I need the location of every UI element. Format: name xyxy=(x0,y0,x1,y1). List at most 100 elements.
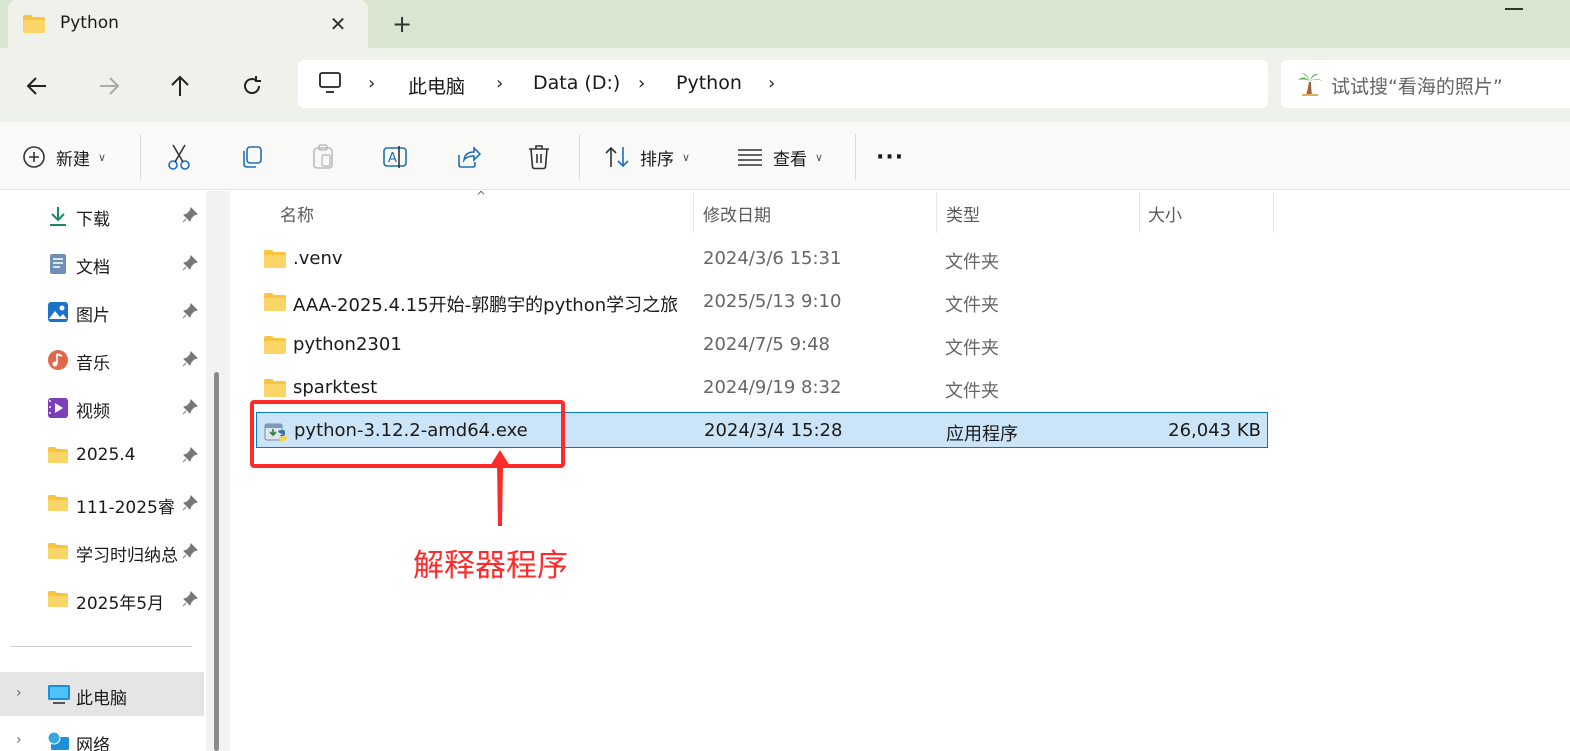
file-type: 应用程序 xyxy=(946,424,1018,445)
file-modified: 2024/3/4 15:28 xyxy=(704,420,843,441)
breadcrumb-this-pc[interactable]: 此电脑 xyxy=(408,72,465,99)
column-header-type[interactable]: 类型 xyxy=(946,201,980,226)
new-tab-button[interactable]: + xyxy=(386,10,418,38)
toolbar-divider xyxy=(140,134,141,180)
sidebar-item-this-pc[interactable]: › 此电脑 xyxy=(0,672,204,716)
refresh-button[interactable] xyxy=(234,68,270,104)
copy-icon xyxy=(243,146,262,168)
sidebar-item-label: 文档 xyxy=(76,258,110,278)
sidebar-item-folder-2025-may[interactable]: 2025年5月 xyxy=(0,577,204,621)
chevron-right-icon[interactable]: › xyxy=(16,685,22,701)
sidebar-item-network[interactable]: › 网络 xyxy=(0,719,204,751)
sidebar-item-documents[interactable]: 文档 xyxy=(0,241,204,285)
share-icon xyxy=(458,146,481,168)
address-bar[interactable]: › 此电脑 › Data (D:) › Python › xyxy=(298,60,1268,108)
annotation-label: 解释器程序 xyxy=(413,548,568,584)
breadcrumb-python[interactable]: Python xyxy=(676,72,742,94)
sidebar-item-folder-111[interactable]: 111-2025睿 xyxy=(0,481,204,525)
view-label: 查看 xyxy=(773,149,807,170)
view-button[interactable]: 查看 ∨ xyxy=(737,140,823,174)
file-modified: 2024/9/19 8:32 xyxy=(703,377,842,398)
close-tab-button[interactable]: ✕ xyxy=(324,10,352,38)
sidebar-item-pictures[interactable]: 图片 xyxy=(0,289,204,333)
breadcrumb-data-drive[interactable]: Data (D:) xyxy=(533,72,620,94)
back-button[interactable] xyxy=(19,68,55,104)
pictures-icon xyxy=(47,301,69,323)
trash-icon xyxy=(529,145,549,170)
sidebar-item-label: 网络 xyxy=(76,736,110,751)
folder-icon xyxy=(47,589,69,611)
file-type: 文件夹 xyxy=(945,252,999,273)
sidebar-item-videos[interactable]: 视频 xyxy=(0,385,204,429)
up-button[interactable] xyxy=(162,68,198,104)
back-arrow-icon xyxy=(26,77,46,95)
add-circle-icon xyxy=(23,146,45,168)
folder-icon xyxy=(22,14,46,38)
pin-icon xyxy=(182,543,198,563)
tab-python[interactable]: Python ✕ xyxy=(8,0,368,48)
breadcrumb-separator[interactable]: › xyxy=(638,73,645,94)
file-list: ^ 名称 修改日期 类型 大小 .venv 2024/3/6 15:31 文件夹… xyxy=(232,189,1570,751)
pin-icon xyxy=(182,495,198,515)
annotation-arrow-icon xyxy=(486,448,514,532)
file-modified: 2025/5/13 9:10 xyxy=(703,291,842,312)
search-placeholder: 试试搜“看海的照片” xyxy=(1331,76,1503,98)
file-row[interactable]: python2301 2024/7/5 9:48 文件夹 xyxy=(256,327,1268,363)
sidebar-item-label: 2025年5月 xyxy=(76,594,165,614)
sort-button[interactable]: 排序 ∨ xyxy=(604,140,690,174)
sort-icon xyxy=(605,146,629,168)
sidebar-item-music[interactable]: 音乐 xyxy=(0,337,204,381)
sidebar-item-label: 图片 xyxy=(76,306,110,326)
folder-icon xyxy=(263,378,287,402)
navigation-pane: 下载 文档 图片 音乐 视频 2025.4 111-2025睿 学习时归纳总 2… xyxy=(0,191,204,751)
breadcrumb-separator[interactable]: › xyxy=(368,73,375,94)
file-explorer-window: Python ✕ + › 此电脑 › Data (D:) › Python › … xyxy=(0,0,1570,751)
document-icon xyxy=(47,253,69,275)
pin-icon xyxy=(182,591,198,611)
sidebar-item-folder-2025-4[interactable]: 2025.4 xyxy=(0,433,204,477)
forward-arrow-icon xyxy=(100,77,120,95)
sidebar-item-folder-study[interactable]: 学习时归纳总 xyxy=(0,529,204,573)
file-modified: 2024/7/5 9:48 xyxy=(703,334,830,355)
pin-icon xyxy=(182,207,198,227)
pin-icon xyxy=(182,351,198,371)
download-icon xyxy=(47,205,69,227)
breadcrumb-separator[interactable]: › xyxy=(496,73,503,94)
rename-button[interactable]: A xyxy=(382,140,408,174)
folder-icon xyxy=(263,335,287,359)
refresh-icon xyxy=(244,76,261,95)
copy-button[interactable] xyxy=(239,140,263,174)
column-header-size[interactable]: 大小 xyxy=(1148,201,1182,226)
sidebar-item-label: 此电脑 xyxy=(76,689,127,709)
file-row[interactable]: .venv 2024/3/6 15:31 文件夹 xyxy=(256,241,1268,277)
chevron-right-icon[interactable]: › xyxy=(16,732,22,748)
delete-button[interactable] xyxy=(527,140,551,174)
more-options-button[interactable]: ··· xyxy=(876,140,904,174)
cut-button[interactable] xyxy=(166,140,192,174)
file-name: sparktest xyxy=(293,377,378,398)
column-divider[interactable] xyxy=(1139,193,1140,233)
share-button[interactable] xyxy=(455,140,481,174)
breadcrumb-separator[interactable]: › xyxy=(768,73,775,94)
tab-bar: Python ✕ + xyxy=(0,0,1570,48)
column-divider[interactable] xyxy=(1273,193,1274,233)
search-box[interactable]: 试试搜“看海的照片” xyxy=(1281,60,1570,108)
folder-icon xyxy=(47,541,69,563)
sidebar-item-label: 111-2025睿 xyxy=(76,498,175,518)
column-divider[interactable] xyxy=(693,193,694,233)
paste-button[interactable] xyxy=(311,140,335,174)
tab-title: Python xyxy=(60,13,119,33)
new-button[interactable]: 新建 ∨ xyxy=(22,140,106,174)
file-row[interactable]: AAA-2025.4.15开始-郭鹏宇的python学习之旅 2025/5/13… xyxy=(256,284,1268,320)
sidebar-item-label: 2025.4 xyxy=(76,445,136,465)
forward-button[interactable] xyxy=(91,68,127,104)
sort-ascending-icon: ^ xyxy=(476,189,487,203)
file-size: 26,043 KB xyxy=(1168,420,1261,441)
minimize-button[interactable] xyxy=(1505,8,1523,10)
sidebar-scrollbar-thumb[interactable] xyxy=(214,372,219,751)
sidebar-item-downloads[interactable]: 下载 xyxy=(0,193,204,237)
column-header-modified[interactable]: 修改日期 xyxy=(703,201,771,226)
column-divider[interactable] xyxy=(936,193,937,233)
paste-icon xyxy=(313,144,333,169)
column-header-name[interactable]: 名称 xyxy=(280,201,314,226)
